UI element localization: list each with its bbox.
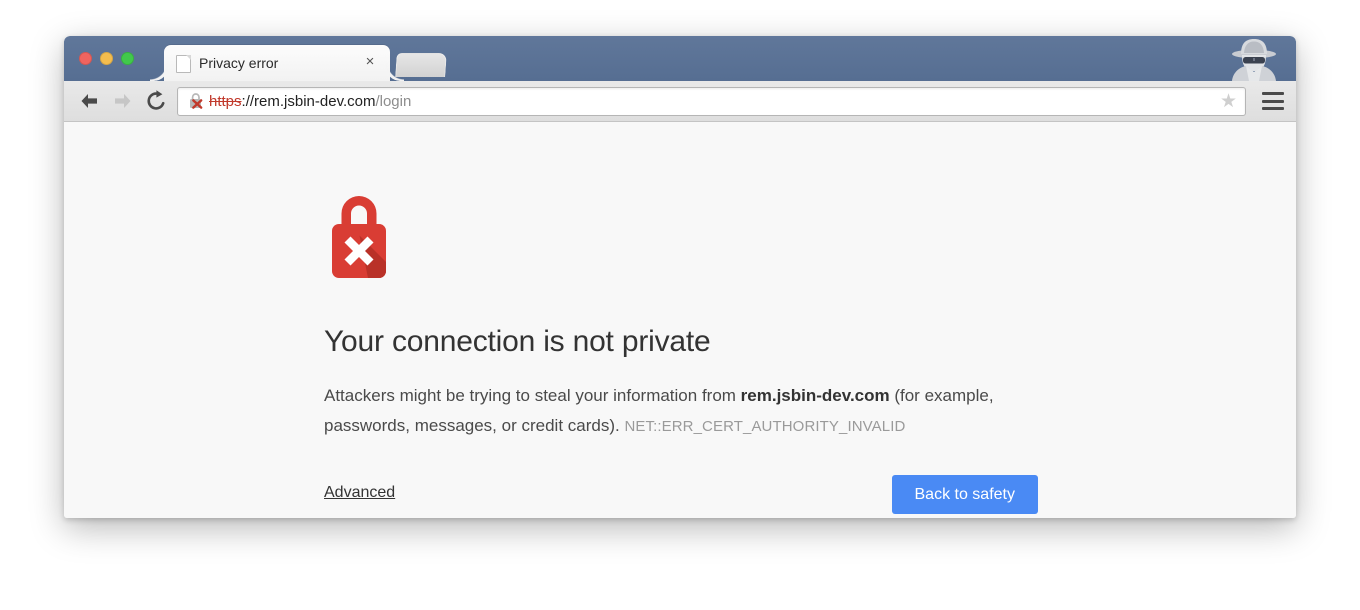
- new-tab-button[interactable]: [395, 53, 447, 77]
- back-arrow-icon: [81, 94, 97, 108]
- tab-privacy-error[interactable]: Privacy error ×: [164, 45, 390, 81]
- url-host: rem.jsbin-dev.com: [254, 93, 376, 110]
- back-to-safety-button[interactable]: Back to safety: [891, 475, 1038, 514]
- interstitial-actions: Advanced Back to safety: [324, 475, 1038, 515]
- interstitial-description: Attackers might be trying to steal your …: [324, 381, 1038, 442]
- window-controls: [79, 52, 134, 65]
- menu-button[interactable]: [1262, 92, 1284, 110]
- reload-button[interactable]: [144, 89, 168, 113]
- hamburger-bar: [1262, 99, 1284, 103]
- browser-toolbar: https://rem.jsbin-dev.com/login ★: [64, 81, 1296, 122]
- description-lead: Attackers might be trying to steal your …: [324, 386, 741, 405]
- maximize-window-button[interactable]: [121, 52, 134, 65]
- page-icon: [176, 55, 191, 73]
- ssl-interstitial: Your connection is not private Attackers…: [324, 189, 1038, 515]
- address-bar[interactable]: https://rem.jsbin-dev.com/login ★: [177, 87, 1246, 116]
- back-button[interactable]: [77, 89, 101, 113]
- url-separator: ://: [241, 93, 255, 110]
- hamburger-bar: [1262, 107, 1284, 110]
- forward-arrow-icon: [115, 94, 131, 108]
- close-icon[interactable]: ×: [362, 54, 378, 70]
- browser-window: Privacy error × https://rem.jsbin-dev.co…: [64, 36, 1296, 518]
- url-text[interactable]: https://rem.jsbin-dev.com/login: [209, 92, 411, 111]
- url-path: /login: [375, 93, 412, 110]
- titlebar: Privacy error ×: [64, 36, 1296, 81]
- url-scheme: https: [209, 93, 242, 110]
- tab-title: Privacy error: [199, 55, 279, 71]
- lock-error-icon[interactable]: [187, 92, 205, 110]
- advanced-link[interactable]: Advanced: [324, 484, 395, 502]
- forward-button[interactable]: [111, 89, 135, 113]
- page-content: Your connection is not private Attackers…: [64, 122, 1296, 518]
- reload-icon: [147, 90, 165, 110]
- description-host: rem.jsbin-dev.com: [740, 386, 890, 405]
- broken-lock-icon: [324, 189, 394, 279]
- hamburger-bar: [1262, 92, 1284, 95]
- incognito-icon[interactable]: [1226, 37, 1282, 81]
- close-window-button[interactable]: [79, 52, 92, 65]
- error-code: NET::ERR_CERT_AUTHORITY_INVALID: [624, 418, 906, 435]
- page-title: Your connection is not private: [324, 325, 711, 358]
- bookmark-star-icon[interactable]: ★: [1219, 92, 1238, 111]
- minimize-window-button[interactable]: [100, 52, 113, 65]
